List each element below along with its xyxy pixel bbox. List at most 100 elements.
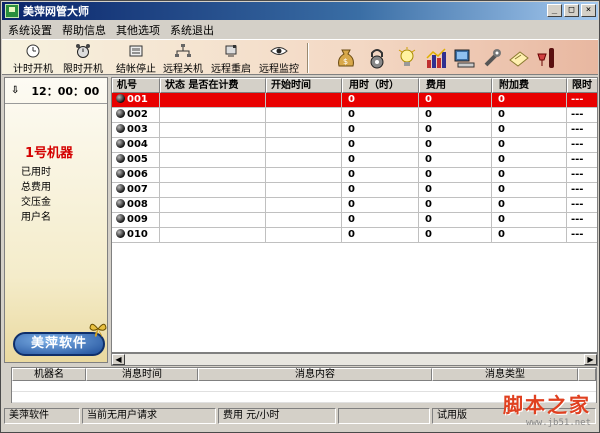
scroll-right-icon[interactable]: ▶ (584, 354, 597, 365)
remote-shutdown-button[interactable]: 远程关机 (160, 42, 206, 75)
col-status[interactable]: 状态 是否在计费 (160, 78, 266, 93)
money-bag-icon[interactable]: $ (335, 46, 357, 70)
cell-id: 005 (112, 153, 160, 168)
cell-extra: 0 (492, 123, 567, 138)
cell-hours: 0 (342, 168, 419, 183)
computer-icon[interactable] (453, 46, 475, 70)
msg-col-machine[interactable]: 机器名 (12, 368, 86, 381)
cell-id: 007 (112, 183, 160, 198)
cell-id: 010 (112, 228, 160, 243)
remote-restart-button[interactable]: 远程重启 (208, 42, 254, 75)
machine-status-icon (116, 214, 125, 223)
msg-col-time[interactable]: 消息时间 (86, 368, 198, 381)
cell-fee: 0 (419, 213, 492, 228)
watermark-url: www.jb51.net (525, 418, 591, 428)
machine-status-icon (116, 199, 125, 208)
cell-status (160, 228, 266, 243)
col-machine-no[interactable]: 机号 (112, 78, 160, 93)
restart-icon (225, 45, 237, 57)
machine-number: 010 (127, 229, 148, 240)
table-row[interactable]: 005 0 0 0 --- (112, 153, 597, 168)
app-icon (5, 4, 19, 18)
table-row[interactable]: 007 0 0 0 --- (112, 183, 597, 198)
cell-start (266, 168, 342, 183)
cell-start (266, 153, 342, 168)
network-icon (175, 44, 191, 57)
toolbar-separator (307, 43, 309, 73)
close-button[interactable]: × (581, 4, 596, 17)
cell-id: 002 (112, 108, 160, 123)
cell-fee: 0 (419, 198, 492, 213)
table-row[interactable]: 010 0 0 0 --- (112, 228, 597, 243)
maximize-button[interactable]: □ (564, 4, 579, 17)
cell-fee: 0 (419, 93, 492, 108)
menu-system-settings[interactable]: 系统设置 (8, 22, 52, 38)
down-arrow-icon[interactable]: ⇩ (11, 85, 19, 96)
scroll-left-icon[interactable]: ◀ (112, 354, 125, 365)
col-fee[interactable]: 费用 (419, 78, 492, 93)
cell-extra: 0 (492, 183, 567, 198)
machine-status-icon (116, 124, 125, 133)
table-header: 机号 状态 是否在计费 开始时间 用时（时） 费用 附加费 限时 (112, 78, 597, 93)
machine-status-icon (116, 94, 125, 103)
remote-monitor-button[interactable]: 远程监控 (256, 42, 302, 75)
notepad-icon[interactable] (508, 46, 530, 70)
lock-icon[interactable] (366, 46, 388, 70)
cell-status (160, 213, 266, 228)
cell-start (266, 108, 342, 123)
eye-icon (270, 47, 288, 55)
table-row[interactable]: 004 0 0 0 --- (112, 138, 597, 153)
bar-chart-icon[interactable] (425, 46, 447, 70)
col-time-limit[interactable]: 限时 (567, 78, 597, 93)
menu-other-options[interactable]: 其他选项 (116, 22, 160, 38)
col-hours[interactable]: 用时（时） (342, 78, 419, 93)
table-row[interactable]: 003 0 0 0 --- (112, 123, 597, 138)
toolbar: 计时开机 限时开机 结帐停止 远程关机 远程重启 远程监控 $ (2, 39, 598, 75)
machine-title: 1号机器 (25, 146, 74, 161)
limited-start-button[interactable]: 限时开机 (60, 42, 106, 75)
minimize-button[interactable]: _ (547, 4, 562, 17)
cell-start (266, 138, 342, 153)
checkout-stop-label: 结帐停止 (116, 64, 156, 75)
cell-hours: 0 (342, 108, 419, 123)
col-extra-fee[interactable]: 附加费 (492, 78, 567, 93)
table-row[interactable]: 009 0 0 0 --- (112, 213, 597, 228)
alarm-clock-icon (76, 44, 90, 58)
wine-icon[interactable] (536, 46, 558, 70)
remote-monitor-label: 远程监控 (259, 64, 299, 75)
msg-col-content[interactable]: 消息内容 (198, 368, 432, 381)
cell-id: 004 (112, 138, 160, 153)
checkout-stop-button[interactable]: 结帐停止 (113, 42, 159, 75)
machine-number: 002 (127, 109, 148, 120)
cell-start (266, 93, 342, 108)
msg-col-extra (578, 368, 596, 381)
machine-status-icon (116, 169, 125, 178)
wrench-icon[interactable] (481, 46, 503, 70)
bulb-icon[interactable] (396, 46, 418, 70)
machine-info-list: 已用时 总费用 交压金 用户名 (21, 165, 51, 225)
cell-fee: 0 (419, 123, 492, 138)
machine-number: 005 (127, 154, 148, 165)
horizontal-scrollbar[interactable]: ◀ ▶ (111, 353, 598, 366)
menu-exit[interactable]: 系统退出 (170, 22, 214, 38)
timed-start-button[interactable]: 计时开机 (10, 42, 56, 75)
clock-display: ⇩ 12：00：00 (5, 78, 107, 104)
status-blank (338, 408, 430, 424)
cell-limit: --- (567, 93, 597, 108)
msg-col-type[interactable]: 消息类型 (432, 368, 578, 381)
table-row[interactable]: 002 0 0 0 --- (112, 108, 597, 123)
table-row[interactable]: 001 0 0 0 --- (112, 93, 597, 108)
table-row[interactable]: 006 0 0 0 --- (112, 168, 597, 183)
menu-help[interactable]: 帮助信息 (62, 22, 106, 38)
username-label: 用户名 (21, 212, 51, 223)
cell-extra: 0 (492, 93, 567, 108)
table-row[interactable]: 008 0 0 0 --- (112, 198, 597, 213)
cell-fee: 0 (419, 228, 492, 243)
message-header: 机器名 消息时间 消息内容 消息类型 (12, 368, 596, 381)
col-start-time[interactable]: 开始时间 (266, 78, 342, 93)
machine-number: 009 (127, 214, 148, 225)
cell-limit: --- (567, 168, 597, 183)
cell-extra: 0 (492, 108, 567, 123)
machine-number: 001 (127, 94, 148, 105)
cell-start (266, 213, 342, 228)
